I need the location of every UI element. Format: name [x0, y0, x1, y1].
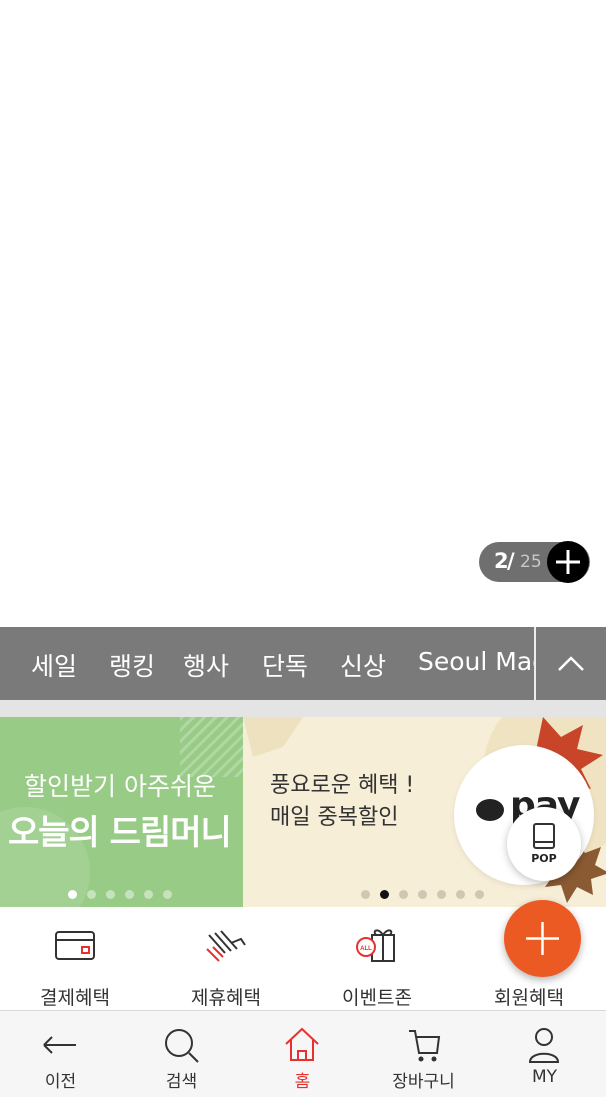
plus-icon — [556, 550, 580, 574]
category-event[interactable]: 행사 — [183, 647, 229, 683]
bottom-navigation: 이전 검색 홈 장바구니 MY — [0, 1010, 606, 1097]
category-seoul-mac[interactable]: Seoul Mac — [418, 647, 535, 676]
left-banner-dots — [68, 884, 182, 903]
nav-home[interactable]: 홈 — [242, 1011, 363, 1097]
speech-bubble-icon — [476, 799, 504, 821]
page-separator: / — [507, 549, 515, 573]
card-icon — [55, 931, 95, 960]
nav-search[interactable]: 검색 — [121, 1011, 242, 1097]
svg-text:ALL: ALL — [360, 946, 372, 952]
cart-icon — [409, 1030, 441, 1062]
banner-right-line2: 매일 중복할인 — [270, 805, 399, 830]
dreammoney-banner[interactable]: 할인받기 아주쉬운 오늘의 드림머니 — [0, 717, 243, 907]
category-bar: 세일 랭킹 행사 단독 신상 Seoul Mac — [0, 627, 606, 700]
total-pages: 25 — [520, 552, 542, 572]
right-banner-dots — [361, 884, 494, 903]
nav-cart[interactable]: 장바구니 — [363, 1011, 484, 1097]
pop-label: POP — [531, 852, 557, 865]
section-divider — [0, 700, 606, 717]
benefit-label: 이벤트존 — [342, 987, 412, 1009]
nav-label: 검색 — [165, 1072, 198, 1092]
benefit-label: 제휴혜택 — [191, 987, 261, 1009]
collapse-button[interactable] — [536, 627, 606, 700]
benefit-label: 회원혜택 — [494, 987, 564, 1009]
handshake-icon — [206, 930, 246, 962]
nav-back[interactable]: 이전 — [0, 1011, 121, 1097]
benefit-partner[interactable]: 제휴혜택 — [151, 907, 301, 1010]
category-sale[interactable]: 세일 — [31, 647, 77, 683]
nav-label: 장바구니 — [392, 1072, 455, 1092]
category-ranking[interactable]: 랭킹 — [109, 647, 155, 683]
banner-right-line1: 풍요로운 혜택 ! — [270, 773, 415, 798]
category-new[interactable]: 신상 — [340, 647, 386, 683]
gift-icon: ALL — [356, 929, 395, 962]
nav-label: 이전 — [44, 1072, 77, 1092]
nav-my[interactable]: MY — [484, 1011, 605, 1097]
nav-label: 홈 — [294, 1072, 311, 1092]
benefit-eventzone[interactable]: ALL 이벤트존 — [302, 907, 452, 1010]
chevron-up-icon — [558, 656, 584, 671]
person-icon — [528, 1028, 560, 1063]
back-arrow-icon — [43, 1036, 76, 1054]
category-exclusive[interactable]: 단독 — [262, 647, 308, 683]
banner-left-line1: 할인받기 아주쉬운 — [24, 772, 216, 801]
book-icon — [533, 823, 555, 849]
benefit-label: 결제혜택 — [40, 987, 110, 1009]
nav-label: MY — [531, 1067, 558, 1087]
page-counter: 2 / 25 — [479, 541, 590, 583]
search-icon — [165, 1029, 199, 1063]
app-screen: 2 / 25 세일 랭킹 행사 단독 신상 Seoul Mac 할인받기 아주쉬… — [0, 0, 606, 1097]
home-icon — [285, 1027, 319, 1061]
category-list: 세일 랭킹 행사 단독 신상 Seoul Mac — [0, 627, 535, 700]
floating-add-button[interactable] — [504, 900, 581, 977]
expand-plus-button[interactable] — [547, 541, 589, 583]
plus-icon — [526, 922, 559, 955]
pop-button[interactable]: POP — [507, 807, 581, 881]
benefit-payment[interactable]: 결제혜택 — [0, 907, 150, 1010]
banner-left-line2: 오늘의 드림머니 — [8, 813, 232, 853]
